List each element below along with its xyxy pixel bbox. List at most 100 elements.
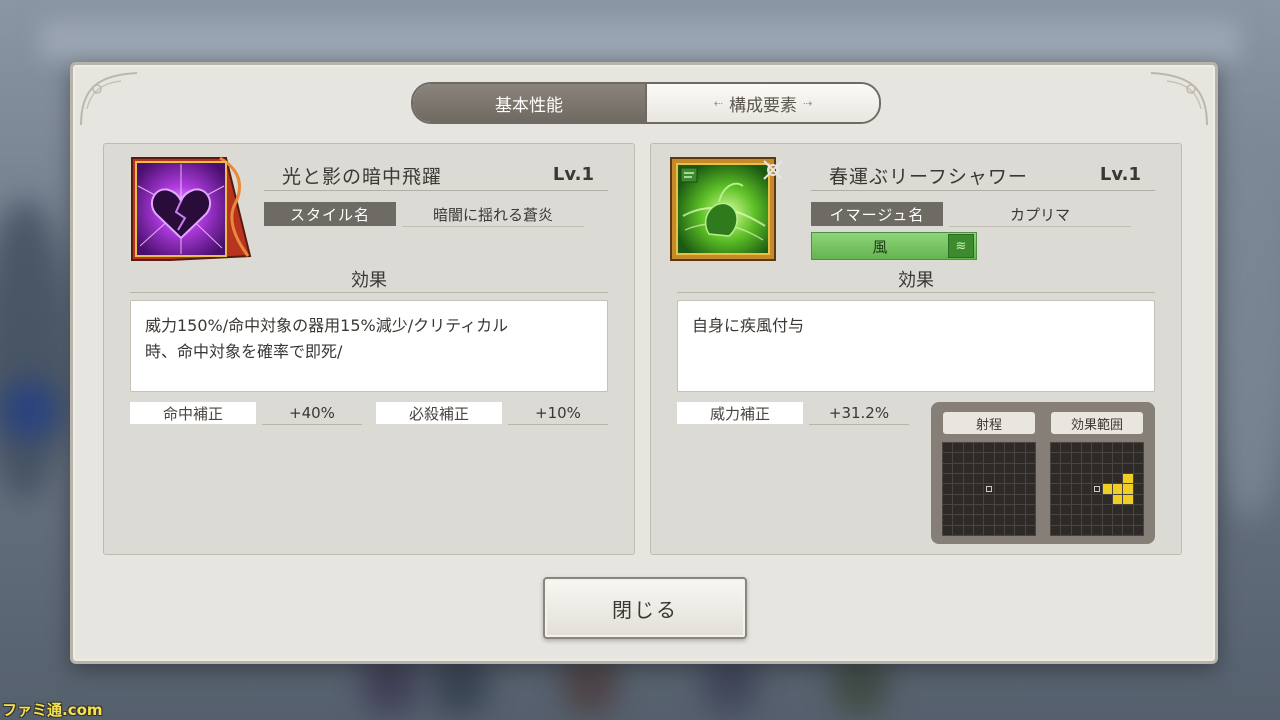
grid-cell [953, 463, 963, 473]
grid-cell [1015, 443, 1025, 453]
grid-cell [1071, 453, 1081, 463]
grid-cell [963, 453, 973, 463]
grid-cell [1123, 494, 1133, 504]
effect-heading: 効果 [898, 270, 934, 291]
grid-cell [963, 525, 973, 535]
grid-cell [1015, 473, 1025, 484]
hit-bonus-value: +40% [262, 402, 362, 425]
element-badge: 風 ≋ [811, 232, 977, 260]
effect-description: 自身に疾風付与 [677, 300, 1155, 392]
grid-cell [1051, 504, 1061, 515]
grid-cell [1061, 463, 1071, 473]
grid-cell [1071, 515, 1081, 525]
grid-cell [953, 504, 963, 515]
grid-cell [1004, 525, 1015, 535]
close-button-label: 閉じる [612, 597, 678, 622]
wind-element-icon: ≋ [948, 234, 974, 258]
grid-cell [1025, 453, 1035, 463]
grid-cell [953, 515, 963, 525]
grid-cell [1092, 443, 1102, 453]
grid-cell [1004, 494, 1015, 504]
grid-cell [984, 484, 994, 494]
grid-cell [1071, 443, 1081, 453]
grid-cell [1004, 515, 1015, 525]
grid-cell [953, 443, 963, 453]
grid-cell [963, 504, 973, 515]
grid-cell [1102, 525, 1112, 535]
grid-cell [984, 525, 994, 535]
tab-basic[interactable]: 基本性能 [413, 84, 647, 122]
grid-cell [1051, 494, 1061, 504]
grid-cell [1004, 453, 1015, 463]
grid-cell [1092, 453, 1102, 463]
close-button[interactable]: 閉じる [543, 577, 747, 639]
grid-cell [1061, 484, 1071, 494]
grid-cell [984, 494, 994, 504]
grid-cell [994, 494, 1004, 504]
grid-cell [1133, 504, 1143, 515]
grid-cell [973, 453, 984, 463]
grid-cell [994, 443, 1004, 453]
grid-cell [963, 473, 973, 484]
grid-cell [1081, 443, 1092, 453]
grid-cell [973, 525, 984, 535]
grid-cell [1092, 473, 1102, 484]
grid-cell [1102, 484, 1112, 494]
grid-cell [1081, 515, 1092, 525]
grid-cell [943, 515, 953, 525]
grid-cell [943, 494, 953, 504]
grid-cell [1112, 484, 1123, 494]
style-name-label: スタイル名 [264, 202, 396, 226]
grid-cell [1081, 504, 1092, 515]
grid-cell [1092, 463, 1102, 473]
area-label: 効果範囲 [1051, 412, 1143, 434]
grid-cell [1025, 443, 1035, 453]
grid-cell [1092, 525, 1102, 535]
grid-cell [984, 443, 994, 453]
effect-text-line: 威力150%/命中対象の器用15%減少/クリティカル [145, 316, 509, 335]
grid-cell [1051, 443, 1061, 453]
grid-cell [1025, 463, 1035, 473]
crit-bonus-label: 必殺補正 [376, 402, 502, 424]
grid-cell [1025, 525, 1035, 535]
grid-cell [1015, 525, 1025, 535]
heart-shatter-icon [131, 156, 252, 261]
arrow-right-icon: ⇢ [803, 96, 813, 110]
grid-cell [1025, 484, 1035, 494]
grid-cell [1015, 504, 1025, 515]
grid-cell [953, 473, 963, 484]
grid-cell [953, 484, 963, 494]
grid-cell [1112, 504, 1123, 515]
grid-cell [994, 473, 1004, 484]
grid-cell [1015, 515, 1025, 525]
grid-cell [1051, 453, 1061, 463]
grid-cell [1025, 515, 1035, 525]
grid-cell [943, 504, 953, 515]
grid-cell [1071, 494, 1081, 504]
grid-cell [973, 463, 984, 473]
grid-cell [1123, 525, 1133, 535]
grid-cell [984, 463, 994, 473]
grid-cell [1025, 473, 1035, 484]
effect-description: 威力150%/命中対象の器用15%減少/クリティカル 時、命中対象を確率で即死/ [130, 300, 608, 392]
grid-cell [953, 494, 963, 504]
grid-cell [963, 494, 973, 504]
grid-cell [1051, 473, 1061, 484]
grid-cell [1025, 504, 1035, 515]
tab-components[interactable]: ⇠ 構成要素 ⇢ [647, 84, 879, 122]
grid-cell [1102, 443, 1112, 453]
grid-cell [1133, 484, 1143, 494]
grid-cell [943, 525, 953, 535]
grid-cell [1102, 473, 1112, 484]
grid-cell [1081, 473, 1092, 484]
grid-cell [994, 504, 1004, 515]
divider [264, 190, 608, 191]
grid-cell [1051, 525, 1061, 535]
grid-cell [1081, 463, 1092, 473]
grid-cell [1112, 463, 1123, 473]
grid-cell [953, 525, 963, 535]
grid-cell [1061, 473, 1071, 484]
grid-cell [1123, 515, 1133, 525]
grid-cell [984, 515, 994, 525]
corner-ornament-icon [80, 72, 138, 126]
